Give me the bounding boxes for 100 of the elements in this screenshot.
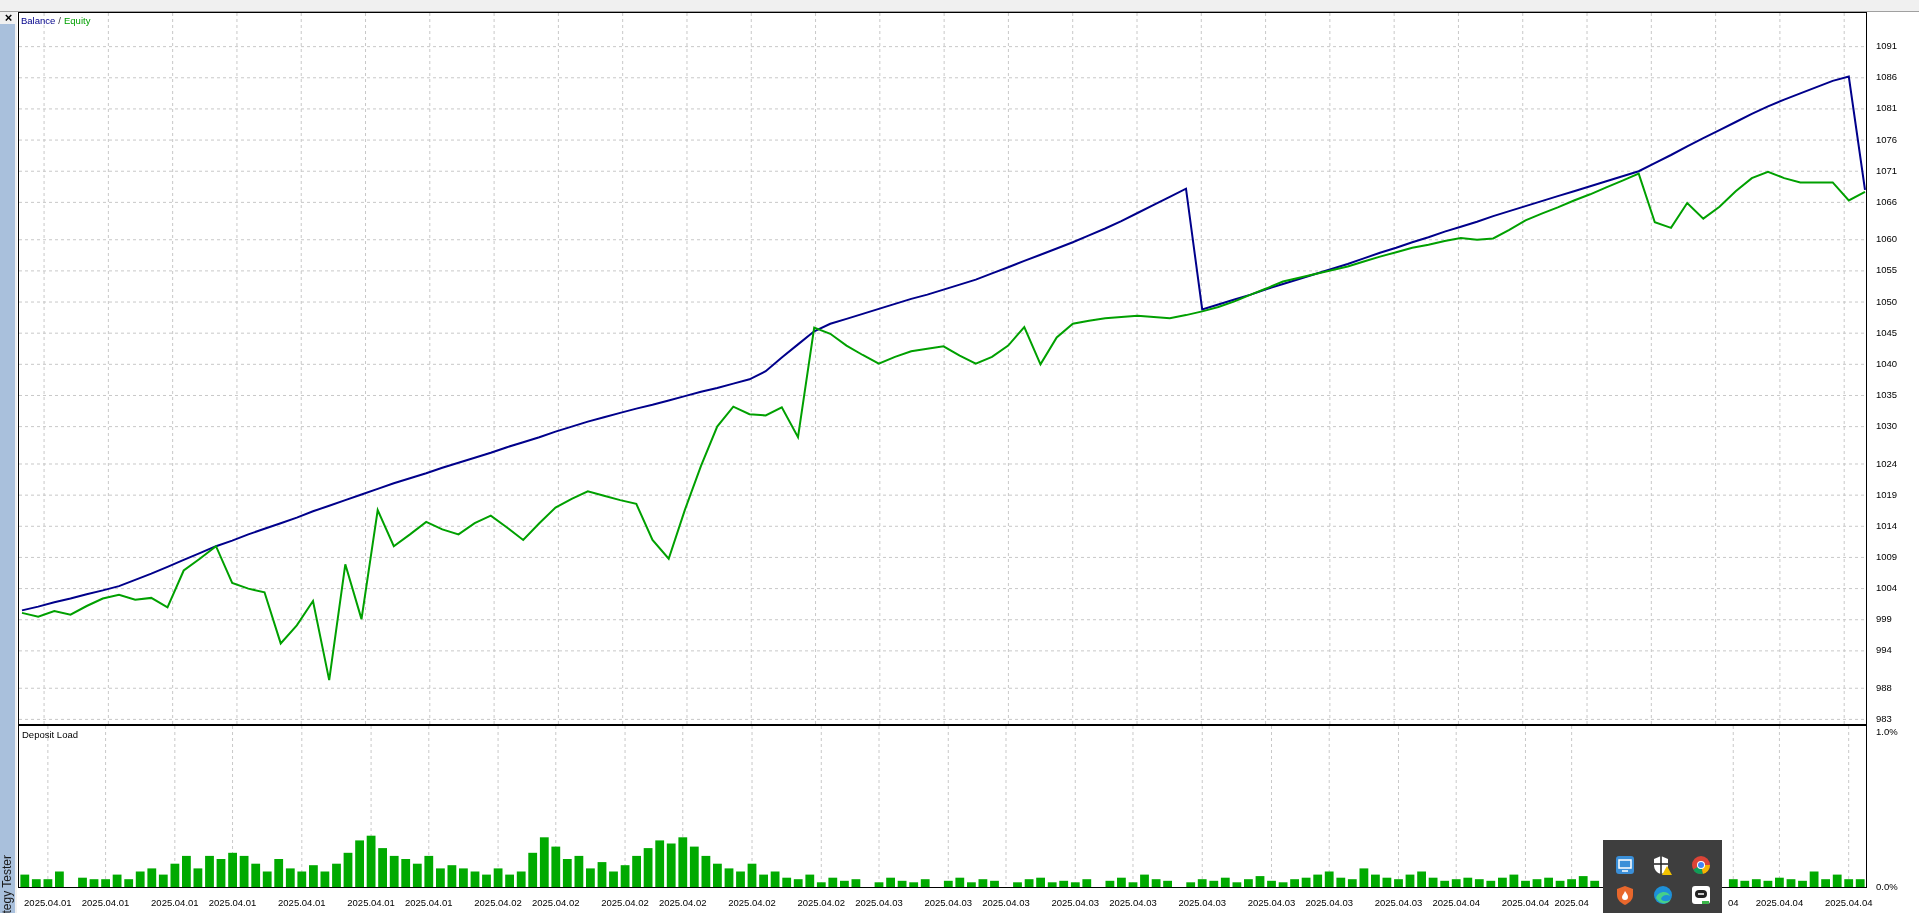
axis-label: 2025.04.04 (1824, 896, 1873, 908)
bar (389, 855, 399, 887)
bar (1798, 880, 1807, 887)
bar (943, 880, 953, 887)
bar (343, 852, 353, 887)
axis-label: 994 (1876, 644, 1892, 656)
bar (1082, 879, 1092, 887)
axis-label: 2025.04.04 (1755, 896, 1804, 908)
bar (678, 837, 688, 887)
bar (1024, 879, 1034, 887)
close-button[interactable]: × (0, 12, 17, 24)
bar (632, 855, 641, 887)
axis-label: 1004 (1876, 582, 1898, 594)
axis-label: 2025.04.03 (924, 896, 973, 908)
bar (1786, 879, 1796, 887)
bar (1324, 871, 1334, 887)
bar (1163, 880, 1172, 887)
bar (482, 874, 491, 887)
axis-label: 999 (1876, 613, 1892, 625)
bar (1509, 874, 1519, 887)
bar (355, 840, 364, 887)
bar (1728, 879, 1738, 887)
bar (1498, 877, 1507, 887)
bar (1428, 877, 1438, 887)
axis-label: 2025.04.03 (1374, 896, 1423, 908)
axis-label: 2025.04.02 (601, 896, 649, 908)
bar (216, 859, 226, 887)
bar (828, 877, 838, 887)
axis-label: 1009 (1876, 550, 1898, 562)
bar (1809, 871, 1819, 887)
bar (1394, 879, 1403, 887)
axis-label: 2025.04.04 (1432, 896, 1480, 908)
bar (701, 855, 711, 887)
axis-label: 0.0% (1876, 880, 1898, 892)
bar (436, 868, 445, 887)
bar (516, 871, 526, 887)
bar (1244, 879, 1253, 887)
bar (643, 848, 653, 887)
axis-label: 2025.04 (1554, 896, 1589, 908)
bar (1763, 880, 1773, 887)
bar (1521, 880, 1530, 887)
bar (666, 843, 676, 887)
bar (724, 868, 734, 887)
bar (1832, 874, 1842, 887)
bar (1313, 874, 1323, 887)
axis-label: 2025.04.01 (208, 896, 257, 908)
axis-label: 2025.04.02 (797, 896, 846, 908)
bar (689, 846, 699, 887)
axis-label: 1060 (1876, 233, 1898, 245)
legend-separator: / (58, 14, 61, 26)
bar (112, 874, 122, 887)
bar (493, 868, 503, 887)
axis-label: 2025.04.02 (474, 896, 522, 908)
axis-label: 1030 (1876, 420, 1898, 432)
axis-label: 2025.04.01 (151, 896, 199, 908)
bar (378, 848, 387, 887)
bar (1775, 877, 1784, 887)
axis-label: 1076 (1876, 133, 1898, 145)
bar (470, 871, 480, 887)
bar (297, 871, 307, 887)
bar (978, 879, 988, 887)
bar (1140, 874, 1149, 887)
axis-label: 1035 (1876, 389, 1898, 400)
axis-label: 2025.04.01 (24, 896, 72, 908)
bar (309, 865, 318, 887)
bar (1532, 879, 1542, 887)
axis-label: 1014 (1876, 519, 1898, 531)
bar (1013, 882, 1022, 887)
bar (990, 880, 999, 887)
bar (886, 877, 895, 887)
bar (574, 855, 584, 887)
axis-label: 2025.04.03 (982, 896, 1030, 908)
bar (874, 882, 884, 887)
axis-label: 2025.04.02 (532, 896, 580, 908)
legend-label: Balance (21, 14, 56, 26)
bar (1128, 882, 1138, 887)
axis-label: 2025.04.03 (855, 896, 903, 908)
bar (955, 877, 965, 887)
axis-label: 1081 (1876, 102, 1898, 114)
bar (528, 852, 538, 887)
bar (1151, 879, 1161, 887)
bar (851, 879, 861, 887)
axis-label: 983 (1876, 712, 1892, 724)
bar (736, 871, 745, 887)
bar (609, 871, 618, 887)
panel-tab[interactable]: tegy Tester (0, 854, 15, 913)
bar (43, 879, 53, 887)
bar (597, 862, 607, 887)
axis-label: 988 (1876, 681, 1892, 693)
axis-label: 2025.04.02 (728, 896, 776, 908)
bar (447, 865, 457, 887)
axis-label: 1055 (1876, 264, 1898, 276)
bar (539, 837, 549, 887)
bar (459, 868, 468, 887)
axis-label: 2025.04.01 (278, 896, 326, 908)
bar (332, 863, 341, 887)
bar (1567, 879, 1576, 887)
axis-label: 2025.04.02 (659, 896, 707, 908)
bar (1417, 871, 1426, 887)
bar (205, 855, 214, 887)
